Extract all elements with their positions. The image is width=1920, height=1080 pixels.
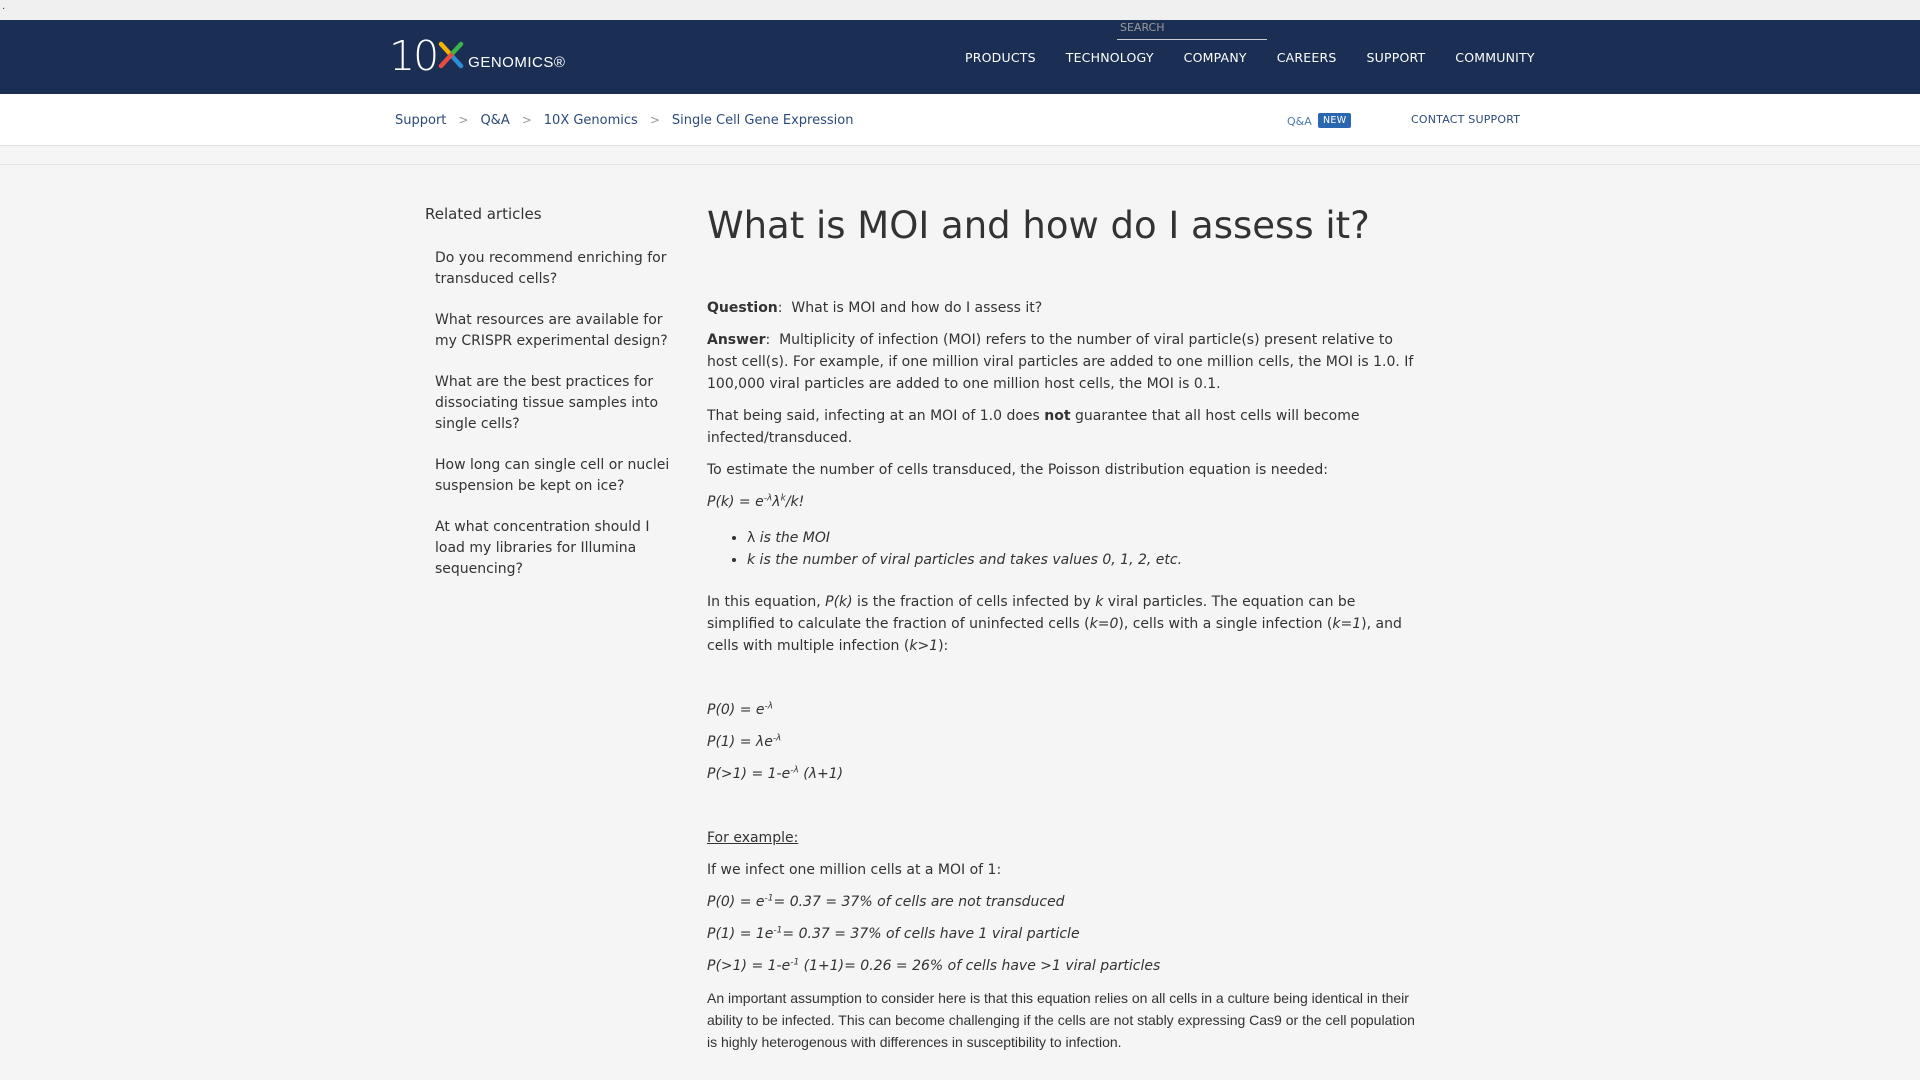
para-text: In this equation, — [707, 594, 826, 610]
eq-part: = 0.37 = 37% of cells are not transduced — [773, 894, 1065, 910]
related-articles-list: Do you recommend enriching for transduce… — [425, 247, 675, 579]
contact-support-link[interactable]: CONTACT SUPPORT — [1411, 113, 1520, 126]
eq-part: (λ+1) — [798, 766, 844, 782]
browser-top-strip: . — [0, 0, 1920, 20]
para-italic: k=0 — [1089, 616, 1119, 632]
nav-support[interactable]: SUPPORT — [1366, 50, 1425, 65]
breadcrumb-10x-genomics[interactable]: 10X Genomics — [544, 113, 638, 128]
breadcrumb-separator: > — [458, 113, 469, 127]
support-subbar: Support > Q&A > 10X Genomics > Single Ce… — [0, 94, 1920, 146]
equation-explanation-paragraph: In this equation, P(k) is the fraction o… — [707, 591, 1422, 657]
related-article-link[interactable]: What are the best practices for dissocia… — [435, 374, 658, 432]
eq-part: P(0) = e — [707, 702, 765, 718]
para-text: That being said, infecting at an MOI of … — [707, 408, 1045, 424]
eq-part: = 0.37 = 37% of cells have 1 viral parti… — [782, 926, 1080, 942]
section-divider — [0, 164, 1920, 165]
related-articles-sidebar: Related articles Do you recommend enrich… — [425, 205, 675, 599]
equation-pgt1: P(>1) = 1-e-λ (λ+1) — [707, 763, 1422, 785]
top-navbar: 10 GENOMICS® PRODUCTS TECHNOLOGY COMPANY… — [0, 20, 1920, 94]
corner-dot: . — [2, 1, 6, 12]
breadcrumb-support[interactable]: Support — [395, 113, 446, 128]
breadcrumb-separator: > — [649, 113, 660, 127]
10x-genomics-logo[interactable]: 10 GENOMICS® — [389, 34, 565, 78]
question-paragraph: Question: What is MOI and how do I asses… — [707, 300, 1043, 316]
eq-part: /k! — [785, 494, 805, 510]
eq-sup: -1 — [764, 893, 774, 904]
variable-k: k is the number of viral particles and t… — [747, 549, 1422, 571]
nav-community[interactable]: COMMUNITY — [1455, 50, 1534, 65]
answer-label: Answer — [707, 332, 766, 348]
eq-part: P(0) = e — [707, 894, 765, 910]
answer-paragraph: Answer: Multiplicity of infection (MOI) … — [707, 332, 1414, 392]
eq-sup: -1 — [790, 957, 800, 968]
question-label: Question — [707, 300, 778, 316]
para-italic: k=1 — [1332, 616, 1362, 632]
logo-x — [438, 40, 464, 78]
article-title: What is MOI and how do I assess it? — [707, 204, 1370, 247]
logo-number: 10 — [389, 32, 439, 80]
related-article-item: Do you recommend enriching for transduce… — [425, 247, 675, 289]
eq-sup: -λ — [772, 733, 782, 744]
new-badge: NEW — [1318, 113, 1352, 128]
eq-part: P(1) = λe — [707, 734, 773, 750]
poisson-equation: P(k) = e-λλk/k! — [707, 491, 1422, 513]
logo-x-icon — [438, 41, 464, 69]
poisson-intro-paragraph: To estimate the number of cells transduc… — [707, 462, 1328, 478]
nav-company[interactable]: COMPANY — [1184, 50, 1247, 65]
example-intro: If we infect one million cells at a MOI … — [707, 862, 1002, 878]
example-p0: P(0) = e-1= 0.37 = 37% of cells are not … — [707, 891, 1422, 913]
related-article-link[interactable]: Do you recommend enriching for transduce… — [435, 250, 666, 287]
eq-part: P(>1) = 1-e — [707, 766, 791, 782]
example-pgt1: P(>1) = 1-e-1 (1+1)= 0.26 = 26% of cells… — [707, 955, 1422, 977]
breadcrumb-qa[interactable]: Q&A — [480, 113, 509, 128]
related-article-link[interactable]: What resources are available for my CRIS… — [435, 312, 668, 349]
variable-lambda: λ is the MOI — [747, 527, 1422, 549]
nav-products[interactable]: PRODUCTS — [965, 50, 1036, 65]
related-articles-title: Related articles — [425, 205, 542, 223]
equation-p1: P(1) = λe-λ — [707, 731, 1422, 753]
example-heading: For example: — [707, 830, 799, 846]
related-article-item: What resources are available for my CRIS… — [425, 309, 675, 351]
breadcrumb: Support > Q&A > 10X Genomics > Single Ce… — [395, 94, 853, 146]
breadcrumb-separator: > — [521, 113, 532, 127]
eq-part: (1+1)= 0.26 = 26% of cells have >1 viral… — [799, 958, 1161, 974]
eq-part: P(>1) = 1-e — [707, 958, 791, 974]
para-bold-text: not — [1044, 408, 1071, 424]
para-text: ), cells with a single infection ( — [1118, 616, 1333, 632]
logo-wordmark: GENOMICS® — [468, 54, 566, 71]
para-italic: P(k) — [825, 594, 853, 610]
nav-careers[interactable]: CAREERS — [1277, 50, 1337, 65]
related-article-item: What are the best practices for dissocia… — [425, 371, 675, 434]
qa-link[interactable]: Q&A — [1287, 115, 1312, 128]
variable-text: is the MOI — [755, 530, 831, 546]
related-article-item: At what concentration should I load my l… — [425, 516, 675, 579]
eq-part: P(k) = e — [707, 494, 764, 510]
breadcrumb-single-cell-gene-expression[interactable]: Single Cell Gene Expression — [672, 113, 854, 128]
eq-sup: -λ — [763, 493, 773, 504]
variables-list: λ is the MOI k is the number of viral pa… — [747, 527, 1422, 571]
eq-sup: -λ — [790, 765, 799, 776]
para-italic: k>1 — [909, 638, 939, 654]
assumption-paragraph: An important assumption to consider here… — [707, 990, 1415, 1050]
article-body: What is MOI and how do I assess it? Ques… — [707, 200, 1422, 1063]
search-input[interactable] — [1117, 16, 1267, 40]
eq-sup: -λ — [764, 701, 774, 712]
related-article-item: How long can single cell or nuclei suspe… — [425, 454, 675, 496]
related-article-link[interactable]: How long can single cell or nuclei suspe… — [435, 457, 669, 494]
eq-part: λ — [772, 494, 781, 510]
para-text: ): — [938, 638, 949, 654]
answer-text: Multiplicity of infection (MOI) refers t… — [707, 332, 1414, 392]
example-p1: P(1) = 1e-1= 0.37 = 37% of cells have 1 … — [707, 923, 1422, 945]
equation-p0: P(0) = e-λ — [707, 699, 1422, 721]
question-text: What is MOI and how do I assess it? — [791, 300, 1043, 316]
moi-guarantee-paragraph: That being said, infecting at an MOI of … — [707, 405, 1422, 449]
related-article-link[interactable]: At what concentration should I load my l… — [435, 519, 649, 577]
para-text: is the fraction of cells infected by — [852, 594, 1096, 610]
nav-technology[interactable]: TECHNOLOGY — [1066, 50, 1154, 65]
eq-part: P(1) = 1e — [707, 926, 774, 942]
